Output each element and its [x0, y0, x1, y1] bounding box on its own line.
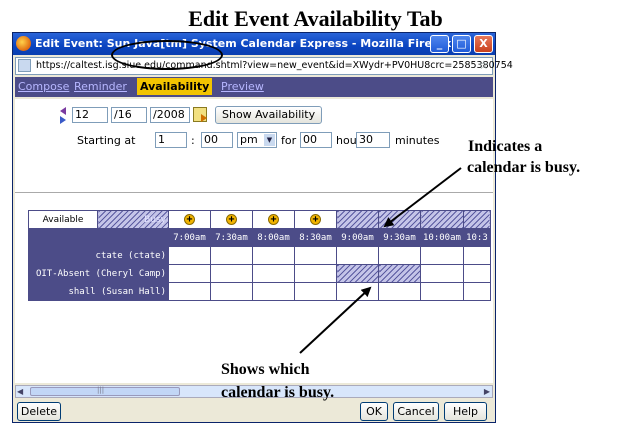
busy-arrow: [383, 167, 462, 228]
annotation-arrows: [299, 167, 462, 354]
which-arrow: [299, 286, 372, 354]
